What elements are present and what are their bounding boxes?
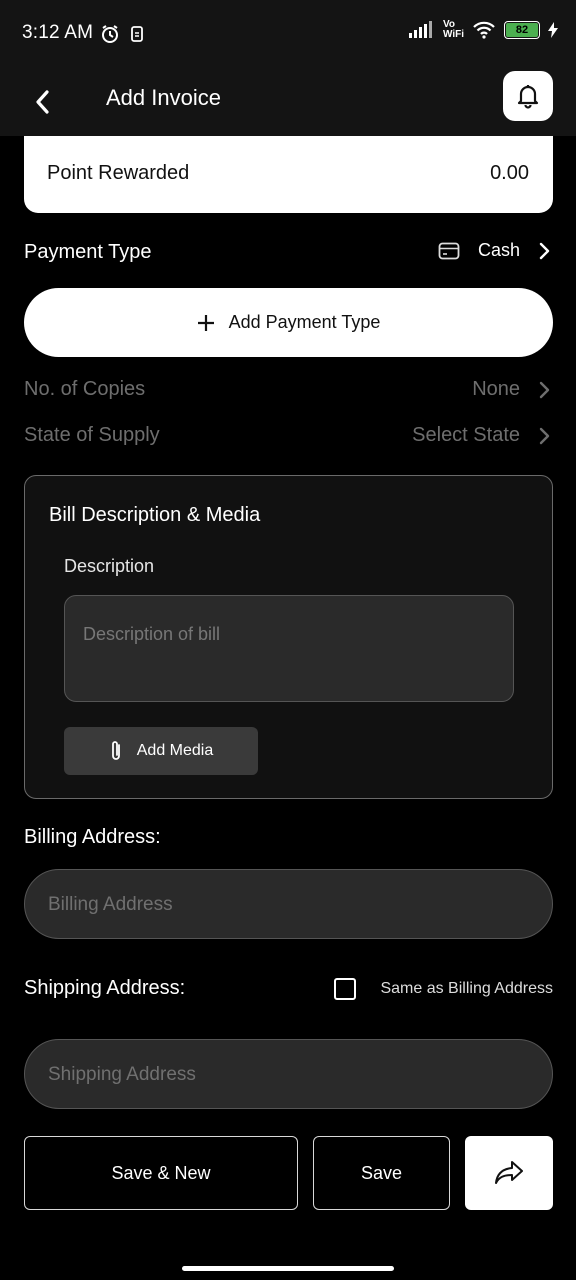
status-icons: Vo WiFi 82 [408, 19, 558, 40]
usb-icon [131, 26, 143, 42]
share-button[interactable] [465, 1136, 553, 1210]
chevron-right-icon [539, 242, 550, 259]
shipping-address-input[interactable]: Shipping Address [24, 1039, 553, 1109]
alarm-icon [102, 25, 118, 43]
chevron-right-icon [539, 381, 550, 398]
save-label: Save [360, 1162, 403, 1183]
save-and-new-button[interactable]: Save & New [24, 1136, 298, 1210]
app-header: Add Invoice [0, 68, 576, 136]
paperclip-icon [111, 741, 120, 760]
home-indicator [182, 1266, 394, 1271]
chevron-left-icon [36, 90, 49, 114]
add-media-label: Add Media [136, 742, 214, 759]
points-value: 0.00 [490, 162, 529, 184]
shipping-address-label: Shipping Address: [24, 977, 186, 999]
signal-icon [408, 21, 432, 38]
card-icon [438, 242, 460, 259]
copies-label: No. of Copies [24, 378, 146, 400]
save-and-new-label: Save & New [111, 1162, 211, 1183]
wifi-icon [473, 21, 495, 39]
state-of-supply-selector[interactable]: Select State [412, 424, 550, 447]
add-payment-type-button[interactable]: Add Payment Type [24, 288, 553, 357]
description-label: Description [64, 556, 155, 576]
status-time: 3:12 AM [22, 22, 94, 43]
state-of-supply-label: State of Supply [24, 424, 160, 446]
payment-type-selector[interactable]: Cash [438, 240, 550, 261]
plus-icon [197, 314, 214, 331]
page-title: Add Invoice [106, 85, 221, 110]
description-input[interactable]: Description of bill [64, 595, 514, 702]
same-as-billing-toggle[interactable]: Same as Billing Address [334, 978, 553, 1000]
same-as-billing-label: Same as Billing Address [380, 980, 553, 997]
payment-type-label: Payment Type [24, 241, 152, 263]
state-of-supply-value: Select State [412, 424, 520, 446]
points-card: Point Rewarded 0.00 [24, 136, 553, 213]
add-media-button[interactable]: Add Media [64, 727, 258, 775]
copies-selector[interactable]: None [472, 378, 550, 401]
bill-card-title: Bill Description & Media [49, 504, 261, 526]
billing-address-placeholder: Billing Address [48, 894, 173, 915]
vowifi-label: Vo WiFi [442, 19, 464, 40]
charging-icon [548, 22, 558, 38]
add-payment-type-label: Add Payment Type [228, 312, 381, 332]
chevron-right-icon [539, 427, 550, 444]
add-invoice-screen: 3:12 AM Vo WiFi 82 Add Invoice Point Rew… [0, 0, 576, 1280]
points-label: Point Rewarded [47, 162, 190, 184]
billing-address-input[interactable]: Billing Address [24, 869, 553, 939]
description-placeholder: Description of bill [83, 624, 221, 644]
billing-address-label: Billing Address: [24, 826, 161, 848]
save-button[interactable]: Save [313, 1136, 450, 1210]
status-bar: 3:12 AM Vo WiFi 82 [0, 0, 576, 68]
battery-level: 82 [506, 23, 538, 37]
copies-value: None [472, 378, 520, 400]
share-icon [495, 1161, 523, 1184]
payment-type-value: Cash [477, 240, 520, 260]
same-as-billing-checkbox[interactable] [334, 978, 357, 1000]
bell-icon [517, 85, 539, 109]
battery-icon: 82 [504, 21, 540, 39]
bill-description-card: Bill Description & Media Description Des… [24, 475, 553, 799]
notifications-button[interactable] [503, 71, 553, 121]
shipping-address-placeholder: Shipping Address [48, 1064, 196, 1085]
back-button[interactable] [26, 82, 58, 122]
